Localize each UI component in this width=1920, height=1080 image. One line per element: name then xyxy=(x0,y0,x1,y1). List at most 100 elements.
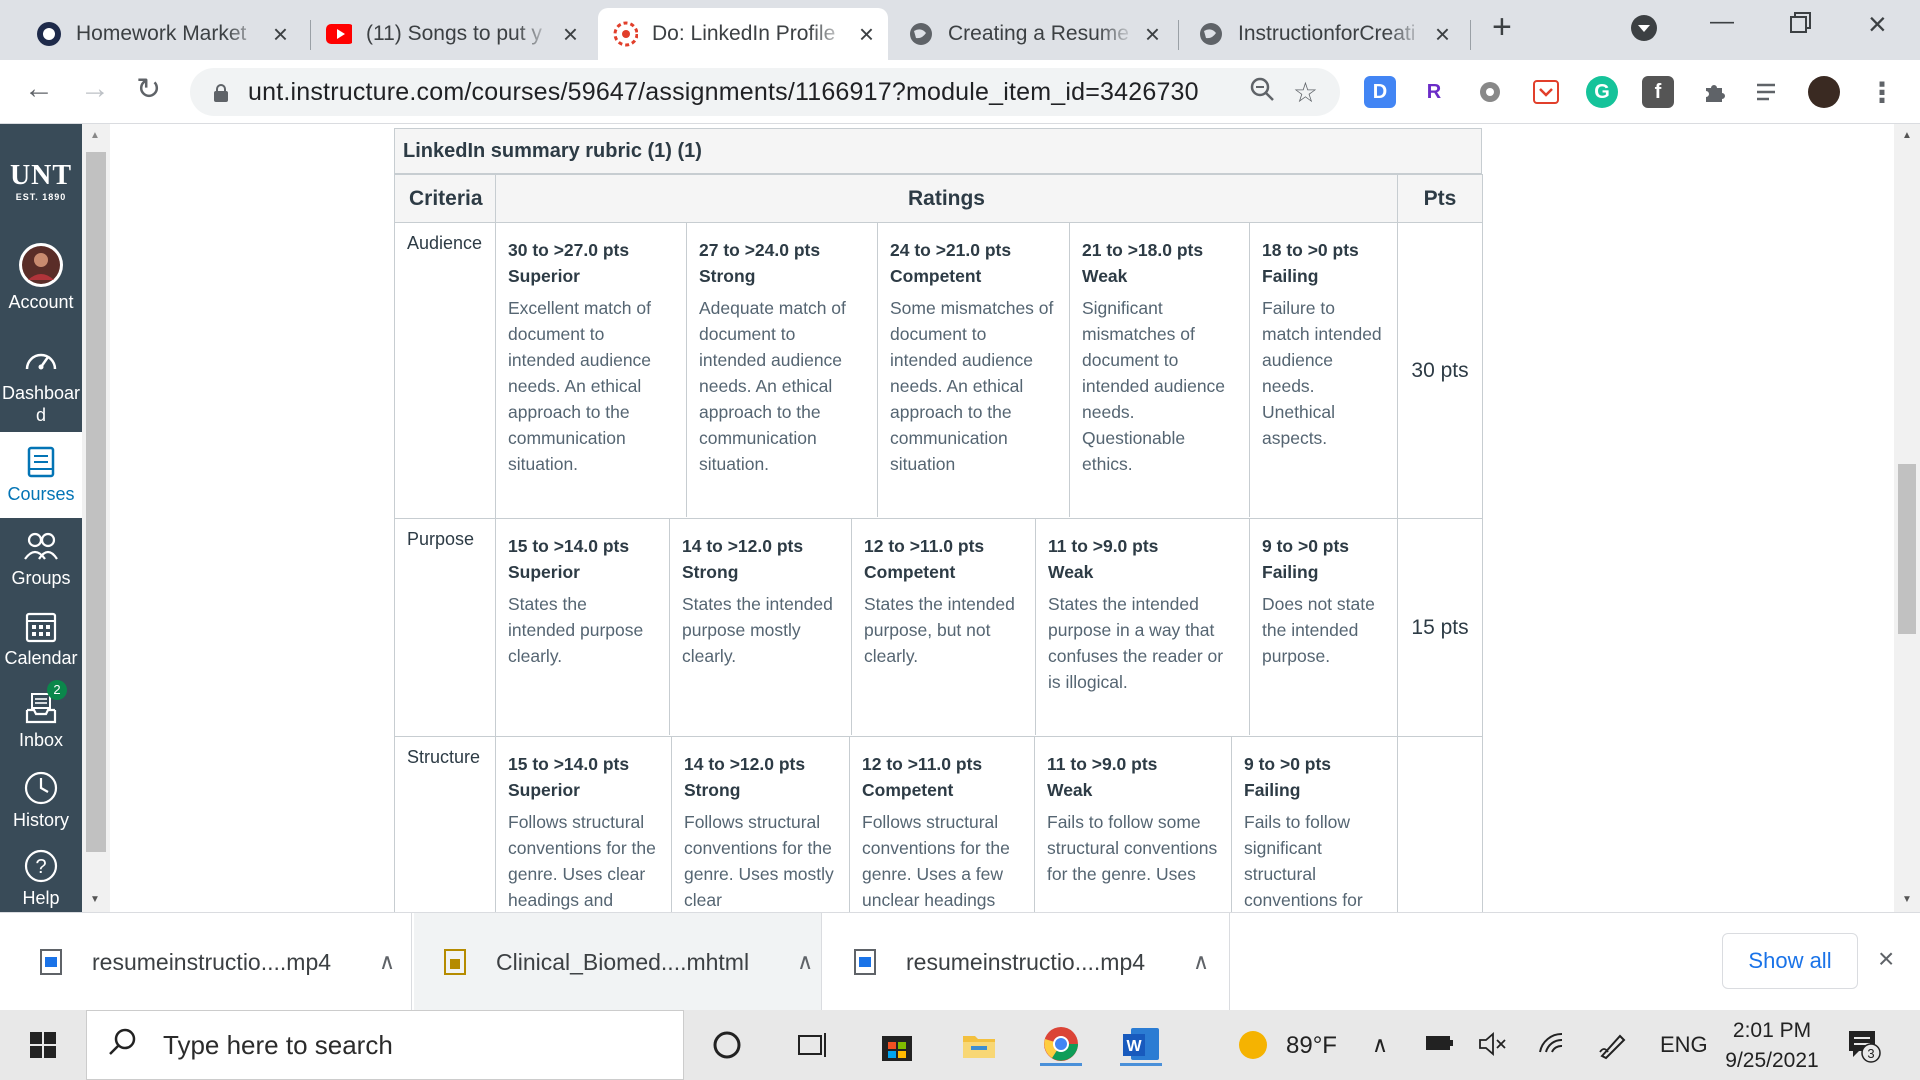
back-arrow-icon[interactable]: ← xyxy=(24,72,54,106)
nav-item-dashboard[interactable]: Dashboar d xyxy=(0,342,82,425)
chrome-menu-icon[interactable]: ⋮ xyxy=(1866,76,1898,108)
show-all-button[interactable]: Show all xyxy=(1722,933,1858,989)
rating-failing[interactable]: 9 to >0 pts Failing Fails to follow sign… xyxy=(1232,737,1396,935)
rating-name: Failing xyxy=(1244,780,1301,800)
rating-points: 12 to >11.0 pts xyxy=(864,536,985,556)
windows-start-icon[interactable] xyxy=(22,1024,64,1066)
chevron-up-icon[interactable]: ∧ xyxy=(797,949,813,975)
rating-strong[interactable]: 27 to >24.0 pts Strong Adequate match of… xyxy=(687,223,878,517)
task-view-icon[interactable] xyxy=(792,1024,834,1066)
rating-weak[interactable]: 11 to >9.0 pts Weak States the intended … xyxy=(1036,519,1250,735)
chevron-up-icon[interactable]: ∧ xyxy=(1193,949,1209,975)
close-icon[interactable]: × xyxy=(1425,19,1450,50)
rating-failing[interactable]: 18 to >0 pts Failing Failure to match in… xyxy=(1250,223,1396,517)
rating-points: 30 to >27.0 pts xyxy=(508,240,630,260)
rating-description: Follows structural conventions for the g… xyxy=(508,812,656,910)
browser-tab[interactable]: InstructionforCreati × xyxy=(1184,8,1464,60)
reading-list-icon[interactable] xyxy=(1752,76,1784,108)
download-filename: resumeinstructio....mp4 xyxy=(906,948,1146,975)
notification-center-icon[interactable]: 3 xyxy=(1842,1024,1884,1066)
rating-strong[interactable]: 14 to >12.0 pts Strong States the intend… xyxy=(670,519,852,735)
taskbar-search-box[interactable]: Type here to search xyxy=(86,1010,684,1080)
weather-temperature[interactable]: 89°F xyxy=(1286,1032,1337,1060)
help-icon: ? xyxy=(23,848,59,884)
close-icon[interactable]: × xyxy=(553,19,578,50)
criterion-points: 15 pts xyxy=(1397,518,1483,737)
address-bar[interactable]: unt.instructure.com/courses/59647/assign… xyxy=(190,68,1340,116)
logo-text: UNT xyxy=(9,160,73,191)
extension-gear-icon[interactable] xyxy=(1474,76,1506,108)
store-icon[interactable] xyxy=(876,1024,918,1066)
zoom-icon[interactable] xyxy=(1249,76,1275,109)
restore-button[interactable] xyxy=(1790,12,1812,41)
nav-scrollbar[interactable]: ▲ ▼ xyxy=(82,124,110,912)
nav-item-calendar[interactable]: Calendar xyxy=(0,598,82,680)
reload-icon[interactable]: ↻ xyxy=(136,72,161,107)
rating-weak[interactable]: 21 to >18.0 pts Weak Significant mismatc… xyxy=(1070,223,1250,517)
clock[interactable]: 2:01 PM 9/25/2021 xyxy=(1722,1016,1822,1076)
extension-f-icon[interactable]: f xyxy=(1642,76,1674,108)
scroll-down-icon[interactable]: ▼ xyxy=(90,894,100,905)
nav-item-history[interactable]: History xyxy=(0,762,82,844)
extension-d-icon[interactable]: D xyxy=(1364,76,1396,108)
close-icon[interactable]: × xyxy=(263,19,288,50)
grammarly-icon[interactable]: G xyxy=(1586,76,1618,108)
bookmark-star-icon[interactable]: ☆ xyxy=(1293,76,1318,109)
minimize-button[interactable]: — xyxy=(1710,8,1734,36)
battery-icon[interactable] xyxy=(1424,1032,1454,1060)
language-indicator[interactable]: ENG xyxy=(1660,1032,1708,1058)
user-avatar xyxy=(18,242,64,288)
nav-item-help[interactable]: ? Help xyxy=(0,842,82,912)
scrollbar-thumb[interactable] xyxy=(1898,464,1916,634)
nav-item-inbox[interactable]: 2 Inbox xyxy=(0,680,82,762)
download-item[interactable]: resumeinstructio....mp4 ∧ xyxy=(0,913,412,1011)
volume-muted-icon[interactable] xyxy=(1478,1032,1508,1062)
page-scrollbar[interactable]: ▲ ▼ xyxy=(1894,124,1920,912)
rating-superior[interactable]: 30 to >27.0 pts Superior Excellent match… xyxy=(496,223,687,517)
extensions-puzzle-icon[interactable] xyxy=(1698,76,1730,108)
unt-logo[interactable]: UNT EST. 1890 xyxy=(0,160,82,202)
browser-tab[interactable]: Homework Market × xyxy=(22,8,302,60)
rating-superior[interactable]: 15 to >14.0 pts Superior States the inte… xyxy=(496,519,670,735)
rating-weak[interactable]: 11 to >9.0 pts Weak Fails to follow some… xyxy=(1035,737,1232,935)
rating-competent[interactable]: 12 to >11.0 pts Competent States the int… xyxy=(852,519,1036,735)
download-item[interactable]: Clinical_Biomed....mhtml ∧ xyxy=(414,913,822,1011)
rating-failing[interactable]: 9 to >0 pts Failing Does not state the i… xyxy=(1250,519,1396,735)
browser-tab-active[interactable]: Do: LinkedIn Profile × xyxy=(598,8,888,60)
close-icon[interactable]: × xyxy=(1878,943,1894,975)
nav-item-account[interactable]: Account xyxy=(0,242,82,322)
scrollbar-thumb[interactable] xyxy=(86,152,106,852)
pen-icon[interactable] xyxy=(1598,1032,1628,1066)
chevron-up-icon[interactable]: ∧ xyxy=(379,949,395,975)
nav-item-groups[interactable]: Groups xyxy=(0,518,82,598)
scroll-up-icon[interactable]: ▲ xyxy=(1902,130,1912,141)
cortana-icon[interactable] xyxy=(706,1024,748,1066)
tab-search-button[interactable] xyxy=(1630,14,1658,49)
browser-tab[interactable]: Creating a Resume × xyxy=(894,8,1174,60)
extension-r-icon[interactable]: R xyxy=(1418,76,1450,108)
scroll-up-icon[interactable]: ▲ xyxy=(90,130,100,141)
close-icon[interactable]: × xyxy=(849,19,874,50)
rating-competent[interactable]: 24 to >21.0 pts Competent Some mismatche… xyxy=(878,223,1070,517)
download-item[interactable]: resumeinstructio....mp4 ∧ xyxy=(824,913,1230,1011)
nav-label: Help xyxy=(22,888,60,908)
rating-competent[interactable]: 12 to >11.0 pts Competent Follows struct… xyxy=(850,737,1035,935)
scroll-down-icon[interactable]: ▼ xyxy=(1902,894,1912,905)
rating-name: Weak xyxy=(1048,562,1094,582)
new-tab-button[interactable]: + xyxy=(1492,8,1512,47)
close-window-button[interactable]: × xyxy=(1868,6,1887,43)
nav-item-courses[interactable]: Courses xyxy=(0,432,82,518)
chrome-icon[interactable] xyxy=(1040,1024,1082,1066)
file-explorer-icon[interactable] xyxy=(958,1024,1000,1066)
criterion-points xyxy=(1397,736,1483,937)
profile-avatar[interactable] xyxy=(1808,76,1840,108)
extension-pocket-icon[interactable] xyxy=(1530,76,1562,108)
browser-tab[interactable]: (11) Songs to put y × xyxy=(312,8,592,60)
close-icon[interactable]: × xyxy=(1135,19,1160,50)
chevron-up-icon[interactable]: ∧ xyxy=(1372,1032,1388,1058)
word-icon[interactable]: W xyxy=(1120,1024,1162,1066)
rating-superior[interactable]: 15 to >14.0 pts Superior Follows structu… xyxy=(496,737,672,935)
wifi-icon[interactable] xyxy=(1538,1032,1566,1062)
rating-strong[interactable]: 14 to >12.0 pts Strong Follows structura… xyxy=(672,737,850,935)
forward-arrow-icon[interactable]: → xyxy=(80,72,110,106)
